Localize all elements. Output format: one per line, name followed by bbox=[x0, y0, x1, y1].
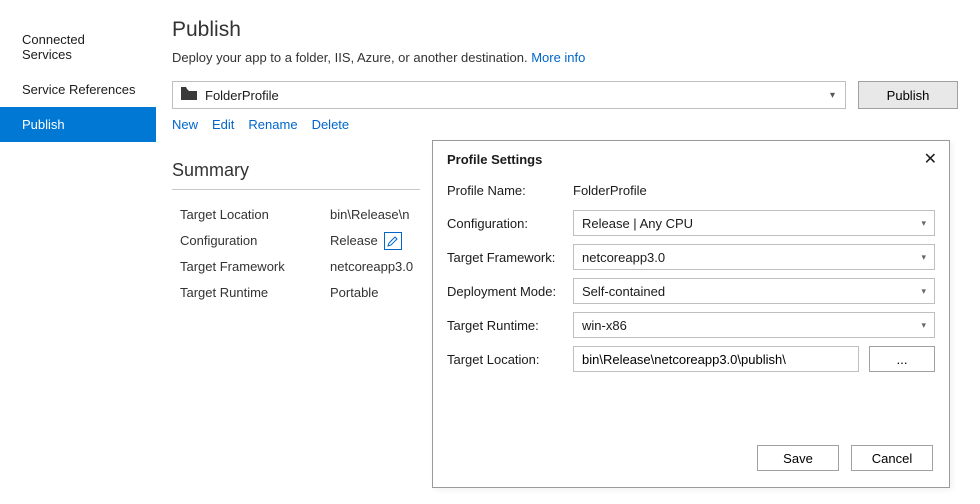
chevron-down-icon: ▾ bbox=[921, 286, 926, 297]
nav-publish[interactable]: Publish bbox=[0, 107, 156, 142]
profile-delete-link[interactable]: Delete bbox=[312, 117, 350, 132]
field-configuration-select[interactable]: Release | Any CPU ▾ bbox=[573, 210, 935, 236]
publish-button[interactable]: Publish bbox=[858, 81, 958, 109]
field-configuration-value: Release | Any CPU bbox=[582, 216, 693, 231]
summary-heading: Summary bbox=[172, 160, 420, 190]
folder-icon bbox=[181, 87, 197, 103]
edit-configuration-icon[interactable] bbox=[384, 232, 402, 250]
sidebar: Connected Services Service References Pu… bbox=[0, 0, 156, 504]
browse-button[interactable]: ... bbox=[869, 346, 935, 372]
field-target-framework-select[interactable]: netcoreapp3.0 ▾ bbox=[573, 244, 935, 270]
profile-dropdown[interactable]: FolderProfile ▾ bbox=[172, 81, 846, 109]
summary-target-runtime-value: Portable bbox=[330, 280, 378, 306]
summary-configuration-label: Configuration bbox=[172, 228, 330, 254]
save-button[interactable]: Save bbox=[757, 445, 839, 471]
profile-selected-name: FolderProfile bbox=[205, 88, 279, 103]
subtitle-text: Deploy your app to a folder, IIS, Azure,… bbox=[172, 50, 528, 65]
field-target-runtime-value: win-x86 bbox=[582, 318, 627, 333]
field-target-location-label: Target Location: bbox=[447, 352, 573, 367]
page-subtitle: Deploy your app to a folder, IIS, Azure,… bbox=[172, 50, 958, 65]
field-target-runtime-label: Target Runtime: bbox=[447, 318, 573, 333]
field-profile-name-value: FolderProfile bbox=[573, 179, 647, 202]
profile-settings-dialog: Profile Settings ✕ Profile Name: FolderP… bbox=[432, 140, 950, 488]
cancel-button[interactable]: Cancel bbox=[851, 445, 933, 471]
chevron-down-icon: ▾ bbox=[921, 320, 926, 331]
field-deployment-mode-value: Self-contained bbox=[582, 284, 665, 299]
field-deployment-mode-select[interactable]: Self-contained ▾ bbox=[573, 278, 935, 304]
profile-edit-link[interactable]: Edit bbox=[212, 117, 234, 132]
nav-service-references[interactable]: Service References bbox=[0, 72, 156, 107]
summary-configuration-value: Release bbox=[330, 228, 378, 254]
field-target-location-input[interactable] bbox=[573, 346, 859, 372]
dialog-title: Profile Settings bbox=[447, 152, 542, 167]
field-profile-name-label: Profile Name: bbox=[447, 183, 573, 198]
summary-target-framework-label: Target Framework bbox=[172, 254, 330, 280]
nav-connected-services[interactable]: Connected Services bbox=[0, 22, 156, 72]
profile-new-link[interactable]: New bbox=[172, 117, 198, 132]
field-deployment-mode-label: Deployment Mode: bbox=[447, 284, 573, 299]
close-icon[interactable]: ✕ bbox=[924, 149, 937, 169]
field-target-framework-label: Target Framework: bbox=[447, 250, 573, 265]
summary-target-location-value: bin\Release\n bbox=[330, 202, 410, 228]
field-target-framework-value: netcoreapp3.0 bbox=[582, 250, 665, 265]
profile-rename-link[interactable]: Rename bbox=[248, 117, 297, 132]
summary-target-runtime-label: Target Runtime bbox=[172, 280, 330, 306]
summary-target-location-label: Target Location bbox=[172, 202, 330, 228]
chevron-down-icon: ▾ bbox=[921, 252, 926, 263]
chevron-down-icon: ▾ bbox=[921, 218, 926, 229]
summary-target-framework-value: netcoreapp3.0 bbox=[330, 254, 413, 280]
field-target-runtime-select[interactable]: win-x86 ▾ bbox=[573, 312, 935, 338]
chevron-down-icon: ▾ bbox=[830, 90, 835, 101]
page-title: Publish bbox=[172, 18, 958, 42]
more-info-link[interactable]: More info bbox=[531, 50, 585, 65]
field-configuration-label: Configuration: bbox=[447, 216, 573, 231]
